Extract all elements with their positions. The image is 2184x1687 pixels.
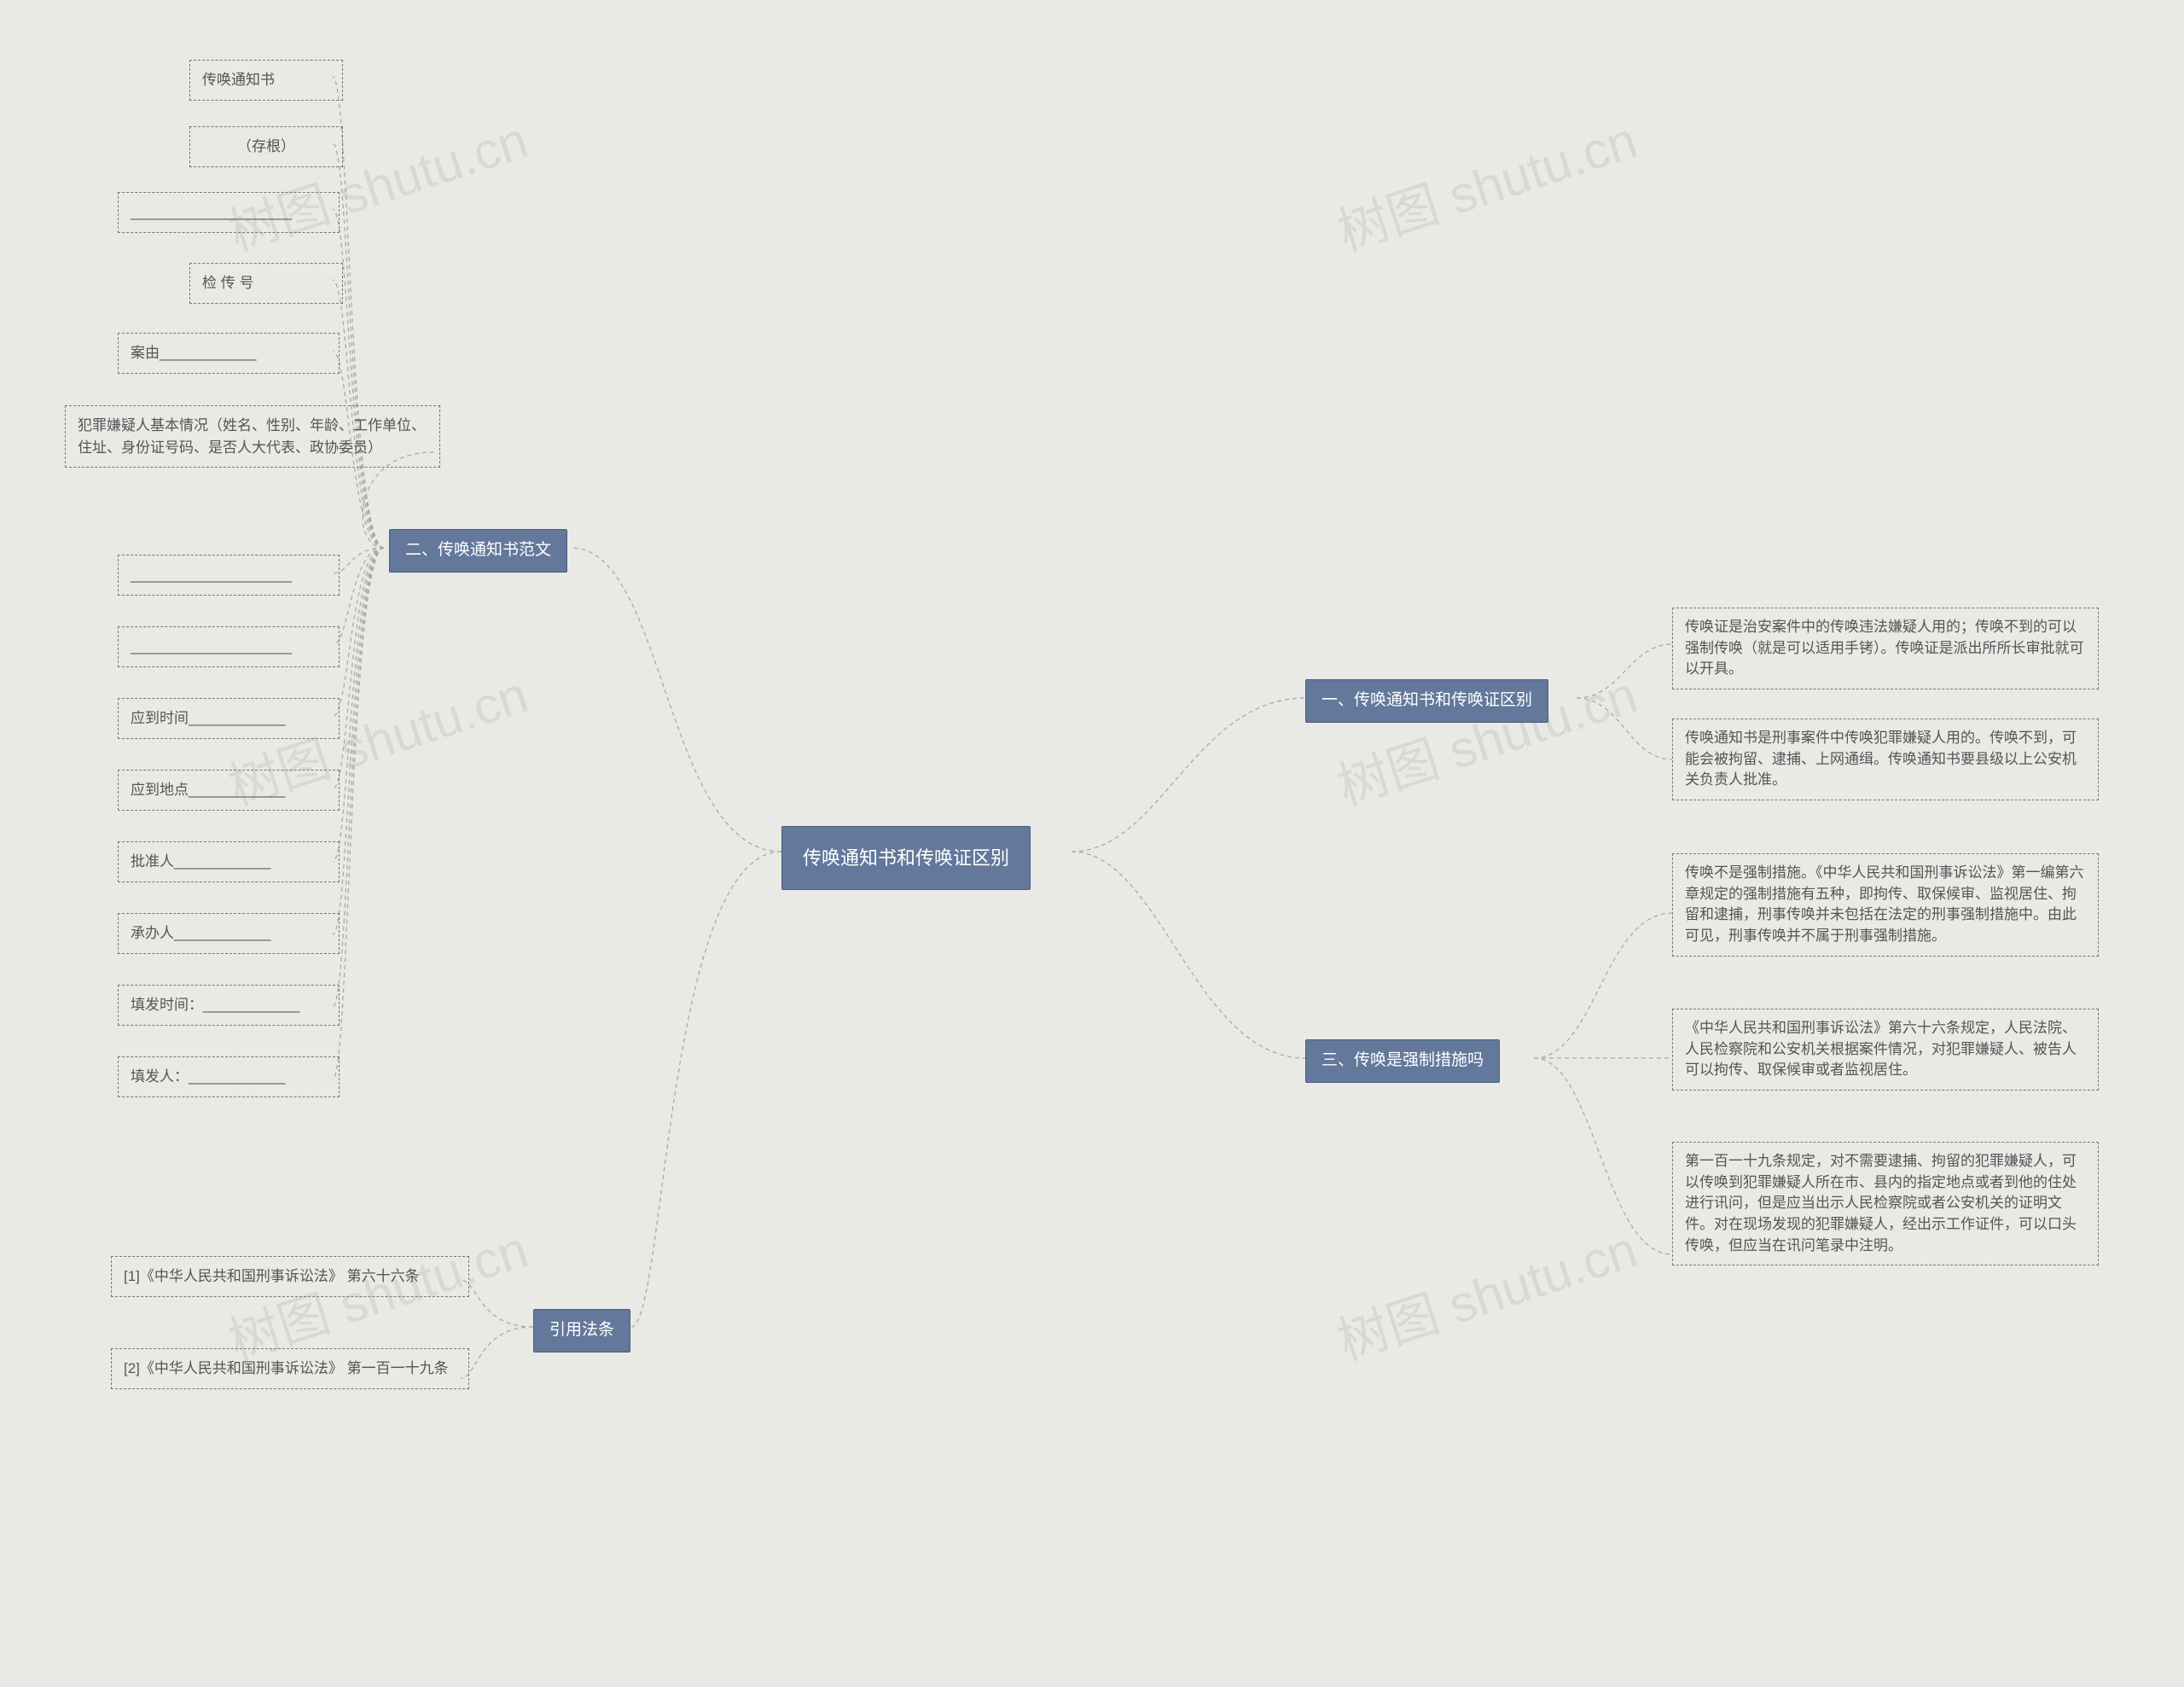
branch-2-leaf-4: 检 传 号: [189, 263, 343, 304]
branch-ref-leaf-2: [2]《中华人民共和国刑事诉讼法》 第一百一十九条: [111, 1348, 469, 1389]
branch-2-leaf-3: ____________________: [118, 192, 340, 233]
branch-2-leaf-13: 填发时间：____________: [118, 985, 340, 1026]
branch-2-leaf-12: 承办人____________: [118, 913, 340, 954]
watermark: 树图 shutu.cn: [1327, 1208, 1645, 1375]
branch-2-leaf-1: 传唤通知书: [189, 60, 343, 101]
branch-2-leaf-5: 案由____________: [118, 333, 340, 374]
branch-3-node[interactable]: 三、传唤是强制措施吗: [1305, 1039, 1500, 1083]
branch-2-leaf-8: ____________________: [118, 626, 340, 667]
branch-2-leaf-6: 犯罪嫌疑人基本情况（姓名、性别、年龄、工作单位、住址、身份证号码、是否人大代表、…: [65, 405, 440, 468]
branch-2-leaf-7: ____________________: [118, 555, 340, 596]
branch-1-leaf-2: 传唤通知书是刑事案件中传唤犯罪嫌疑人用的。传唤不到，可能会被拘留、逮捕、上网通缉…: [1672, 718, 2099, 800]
watermark: 树图 shutu.cn: [1327, 99, 1645, 265]
branch-3-leaf-2: 《中华人民共和国刑事诉讼法》第六十六条规定，人民法院、人民检察院和公安机关根据案…: [1672, 1009, 2099, 1091]
branch-ref-node[interactable]: 引用法条: [533, 1309, 630, 1353]
branch-2-leaf-9: 应到时间____________: [118, 698, 340, 739]
branch-1-leaf-1: 传唤证是治安案件中的传唤违法嫌疑人用的；传唤不到的可以强制传唤（就是可以适用手铐…: [1672, 608, 2099, 689]
branch-2-leaf-2: （存根）: [189, 126, 343, 167]
watermark: 树图 shutu.cn: [218, 99, 536, 265]
branch-3-leaf-1: 传唤不是强制措施。《中华人民共和国刑事诉讼法》第一编第六章规定的强制措施有五种，…: [1672, 853, 2099, 957]
branch-2-leaf-14: 填发人：____________: [118, 1056, 340, 1097]
branch-2-leaf-11: 批准人____________: [118, 841, 340, 882]
branch-1-node[interactable]: 一、传唤通知书和传唤证区别: [1305, 679, 1548, 723]
branch-3-leaf-3: 第一百一十九条规定，对不需要逮捕、拘留的犯罪嫌疑人，可以传唤到犯罪嫌疑人所在市、…: [1672, 1142, 2099, 1265]
root-node[interactable]: 传唤通知书和传唤证区别: [781, 826, 1031, 890]
branch-2-leaf-10: 应到地点____________: [118, 770, 340, 811]
branch-2-node[interactable]: 二、传唤通知书范文: [389, 529, 567, 573]
branch-ref-leaf-1: [1]《中华人民共和国刑事诉讼法》 第六十六条: [111, 1256, 469, 1297]
